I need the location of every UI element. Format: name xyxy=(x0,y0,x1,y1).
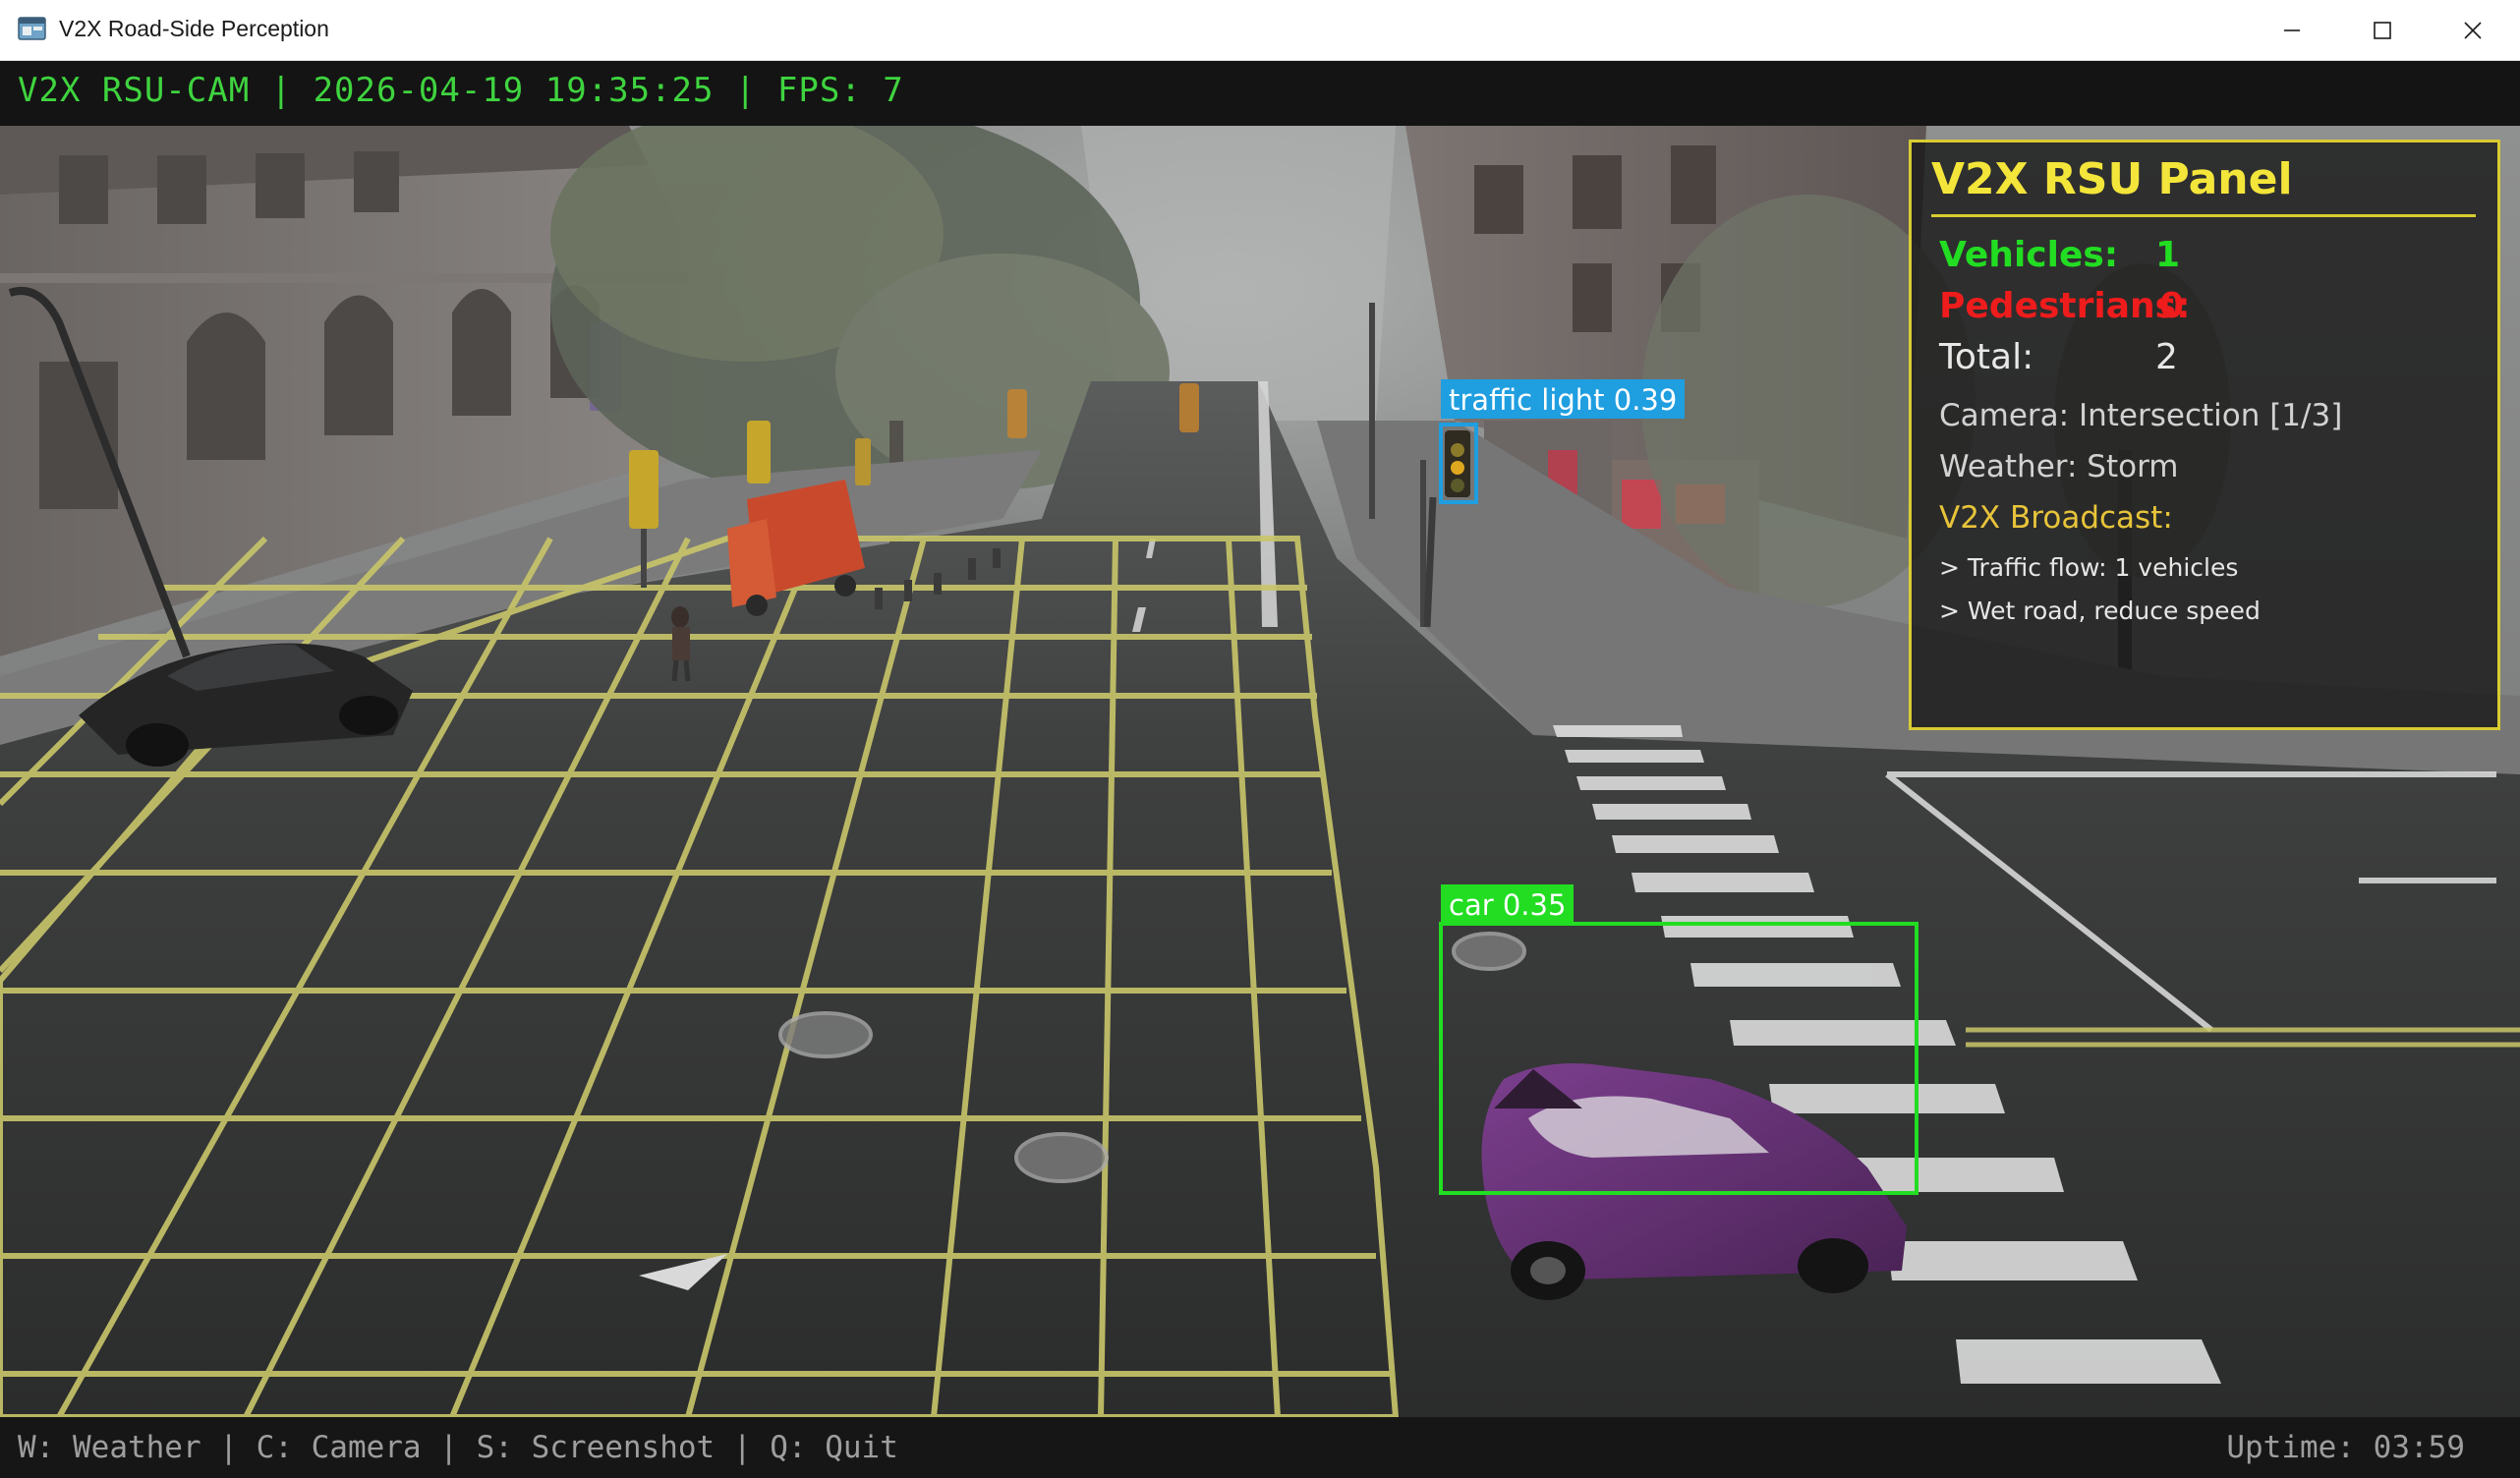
window-title: V2X Road-Side Perception xyxy=(59,16,329,41)
close-button[interactable] xyxy=(2428,0,2518,61)
app-window-icon xyxy=(18,17,46,40)
rsu-panel-divider xyxy=(1931,214,2476,217)
car-detection-label: car 0.35 xyxy=(1441,884,1575,924)
maximize-icon xyxy=(2374,22,2391,39)
total-label: Total: xyxy=(1939,337,2034,377)
close-icon xyxy=(2464,22,2482,39)
weather-info: Weather: Storm xyxy=(1939,449,2179,484)
pedestrians-label: Pedestrians: xyxy=(1939,286,2191,326)
vehicles-count: 1 xyxy=(2155,235,2181,275)
uptime-readout: Uptime: 03:59 xyxy=(2226,1430,2465,1465)
app-window: V2X Road-Side Perception V2X RSU-CAM | 2… xyxy=(0,0,2520,1478)
vehicles-label: Vehicles: xyxy=(1939,235,2119,275)
rsu-panel-title: V2X RSU Panel xyxy=(1931,154,2293,204)
status-header: V2X RSU-CAM | 2026-04-19 19:35:25 | FPS:… xyxy=(0,61,2520,126)
broadcast-title: V2X Broadcast: xyxy=(1939,500,2173,536)
keyboard-shortcuts: W: Weather | C: Camera | S: Screenshot |… xyxy=(18,1430,898,1465)
traffic-light-detection-label: traffic light 0.39 xyxy=(1441,379,1686,419)
broadcast-message: > Traffic flow: 1 vehicles xyxy=(1939,553,2239,582)
footer-bar: W: Weather | C: Camera | S: Screenshot |… xyxy=(0,1417,2520,1478)
camera-info: Camera: Intersection [1/3] xyxy=(1939,398,2343,433)
pedestrians-count: 0 xyxy=(2159,286,2185,326)
title-bar[interactable]: V2X Road-Side Perception xyxy=(0,0,2520,61)
total-count: 2 xyxy=(2155,337,2178,377)
broadcast-message: > Wet road, reduce speed xyxy=(1939,597,2261,625)
minimize-button[interactable] xyxy=(2247,0,2337,61)
status-text: V2X RSU-CAM | 2026-04-19 19:35:25 | FPS:… xyxy=(18,71,904,110)
rsu-panel: V2X RSU Panel Vehicles: 1 Pedestrians: 0… xyxy=(1909,140,2500,730)
maximize-button[interactable] xyxy=(2337,0,2428,61)
minimize-icon xyxy=(2284,29,2300,31)
